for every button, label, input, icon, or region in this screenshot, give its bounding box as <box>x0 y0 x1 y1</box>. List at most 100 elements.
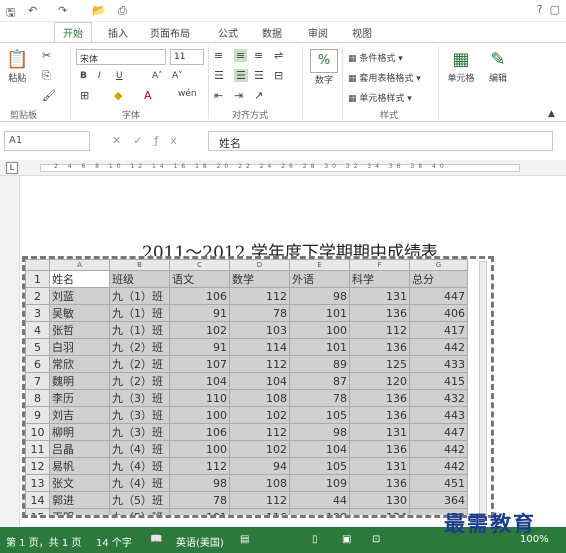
table-cell[interactable]: 王明 <box>49 508 110 515</box>
table-cell[interactable]: 116 <box>229 508 290 515</box>
table-cell[interactable]: 吴敏 <box>49 304 110 322</box>
table-format-button[interactable]: ▦ 套用表格格式 ▾ <box>348 71 421 84</box>
table-cell[interactable]: 110 <box>169 389 230 407</box>
grow-font-icon[interactable]: A˄ <box>152 71 163 81</box>
table-cell[interactable]: 九（2）班 <box>109 355 170 373</box>
column-header[interactable]: B <box>109 259 170 271</box>
undo-icon[interactable]: ↶ <box>28 4 37 17</box>
cells-button[interactable]: ▦ 单元格 <box>444 49 478 84</box>
orientation-icon[interactable]: ↗ <box>254 89 263 102</box>
read-mode-icon[interactable]: ▯ <box>312 534 318 545</box>
table-cell[interactable]: 九（4）班 <box>109 474 170 492</box>
italic-button[interactable]: I <box>98 71 101 81</box>
table-cell[interactable]: 常欣 <box>49 355 110 373</box>
table-cell[interactable]: 108 <box>229 389 290 407</box>
cut-icon[interactable]: ✂ <box>42 49 51 62</box>
decrease-indent-icon[interactable]: ⇤ <box>214 89 223 102</box>
border-icon[interactable]: ⊞ <box>80 89 89 102</box>
table-cell[interactable]: 136 <box>349 440 410 458</box>
table-cell[interactable]: 131 <box>349 423 410 441</box>
row-header[interactable]: 4 <box>25 321 50 339</box>
row-header[interactable]: 12 <box>25 457 50 475</box>
table-cell[interactable]: 九（2）班 <box>109 338 170 356</box>
table-cell[interactable]: 100 <box>169 406 230 424</box>
table-cell[interactable]: 李历 <box>49 389 110 407</box>
print-icon[interactable]: ⎙ <box>118 4 127 18</box>
increase-indent-icon[interactable]: ⇥ <box>234 89 243 102</box>
table-cell[interactable]: 136 <box>349 389 410 407</box>
table-cell[interactable]: 98 <box>169 474 230 492</box>
table-cell[interactable]: 吕晶 <box>49 440 110 458</box>
table-cell[interactable]: 112 <box>229 491 290 509</box>
format-painter-icon[interactable]: 🖌 <box>42 89 56 102</box>
row-header[interactable]: 6 <box>25 355 50 373</box>
print-layout-icon[interactable]: ▣ <box>342 534 351 545</box>
table-cell[interactable]: 432 <box>409 389 468 407</box>
table-cell[interactable]: 78 <box>289 389 350 407</box>
tab-formulas[interactable]: 公式 <box>218 25 238 40</box>
table-cell[interactable]: 136 <box>349 406 410 424</box>
table-cell[interactable]: 130 <box>349 491 410 509</box>
name-box[interactable]: A1 <box>4 131 90 151</box>
table-cell[interactable]: 101 <box>289 338 350 356</box>
row-header[interactable]: 3 <box>25 304 50 322</box>
tab-view[interactable]: 视图 <box>352 25 372 40</box>
table-cell[interactable]: 九（2）班 <box>109 372 170 390</box>
table-cell[interactable]: 魏明 <box>49 372 110 390</box>
align-right-icon[interactable]: ☰ <box>254 69 264 82</box>
fill-color-icon[interactable]: ◆ <box>114 89 122 102</box>
table-cell[interactable]: 张哲 <box>49 321 110 339</box>
font-name-select[interactable]: 宋体 <box>76 49 166 65</box>
formula-icons[interactable]: ✕✓ƒx <box>112 134 189 147</box>
table-cell[interactable]: 447 <box>409 287 468 305</box>
tab-page-layout[interactable]: 页面布局 <box>150 25 190 40</box>
table-cell[interactable]: 姓名 <box>49 270 110 288</box>
row-header[interactable]: 7 <box>25 372 50 390</box>
column-header[interactable]: A <box>49 259 110 271</box>
row-header[interactable]: 10 <box>25 423 50 441</box>
vertical-scrollbar[interactable] <box>479 261 487 515</box>
table-cell[interactable]: 415 <box>409 372 468 390</box>
column-header[interactable]: F <box>349 259 410 271</box>
table-cell[interactable]: 136 <box>349 338 410 356</box>
table-cell[interactable]: 102 <box>169 321 230 339</box>
conditional-format-button[interactable]: ▦ 条件格式 ▾ <box>348 51 403 64</box>
table-cell[interactable]: 100 <box>289 321 350 339</box>
window-controls[interactable]: ? ▢ <box>537 3 560 16</box>
table-cell[interactable]: 442 <box>409 457 468 475</box>
table-cell[interactable]: 442 <box>409 338 468 356</box>
table-cell[interactable]: 107 <box>169 355 230 373</box>
table-cell[interactable]: 91 <box>169 338 230 356</box>
table-cell[interactable]: 364 <box>409 491 468 509</box>
table-cell[interactable]: 131 <box>349 457 410 475</box>
align-center-icon[interactable]: ☰ <box>234 69 248 82</box>
row-header[interactable]: 14 <box>25 491 50 509</box>
table-cell[interactable]: 112 <box>229 423 290 441</box>
table-cell[interactable]: 109 <box>289 474 350 492</box>
table-cell[interactable]: 125 <box>349 355 410 373</box>
redo-icon[interactable]: ↷ <box>58 4 67 17</box>
paste-button[interactable]: 📋 粘贴 <box>6 49 28 84</box>
table-cell[interactable]: 78 <box>169 491 230 509</box>
align-middle-icon[interactable]: ≡ <box>234 49 248 62</box>
table-cell[interactable]: 张文 <box>49 474 110 492</box>
table-cell[interactable]: 112 <box>229 287 290 305</box>
table-cell[interactable]: 103 <box>229 321 290 339</box>
table-cell[interactable]: 406 <box>409 304 468 322</box>
embedded-spreadsheet[interactable]: A B C D E F G 1 姓名 班级 语文 数学 外语 科学 总分 2 刘蓝 九（1）班 106 112 98 13… <box>22 256 494 518</box>
table-cell[interactable]: 447 <box>409 423 468 441</box>
formula-input[interactable]: 姓名 <box>208 131 553 151</box>
table-cell[interactable]: 数学 <box>229 270 290 288</box>
table-cell[interactable]: 总分 <box>409 270 468 288</box>
table-cell[interactable]: 442 <box>409 440 468 458</box>
table-cell[interactable]: 112 <box>229 355 290 373</box>
table-cell[interactable]: 刘蓝 <box>49 287 110 305</box>
table-cell[interactable]: 九（1）班 <box>109 287 170 305</box>
row-header[interactable]: 5 <box>25 338 50 356</box>
row-header[interactable]: 8 <box>25 389 50 407</box>
wrap-text-icon[interactable]: ⇌ <box>274 49 283 62</box>
table-cell[interactable]: 105 <box>289 406 350 424</box>
table-cell[interactable]: 102 <box>229 440 290 458</box>
tab-review[interactable]: 审阅 <box>308 25 328 40</box>
table-cell[interactable]: 106 <box>169 423 230 441</box>
